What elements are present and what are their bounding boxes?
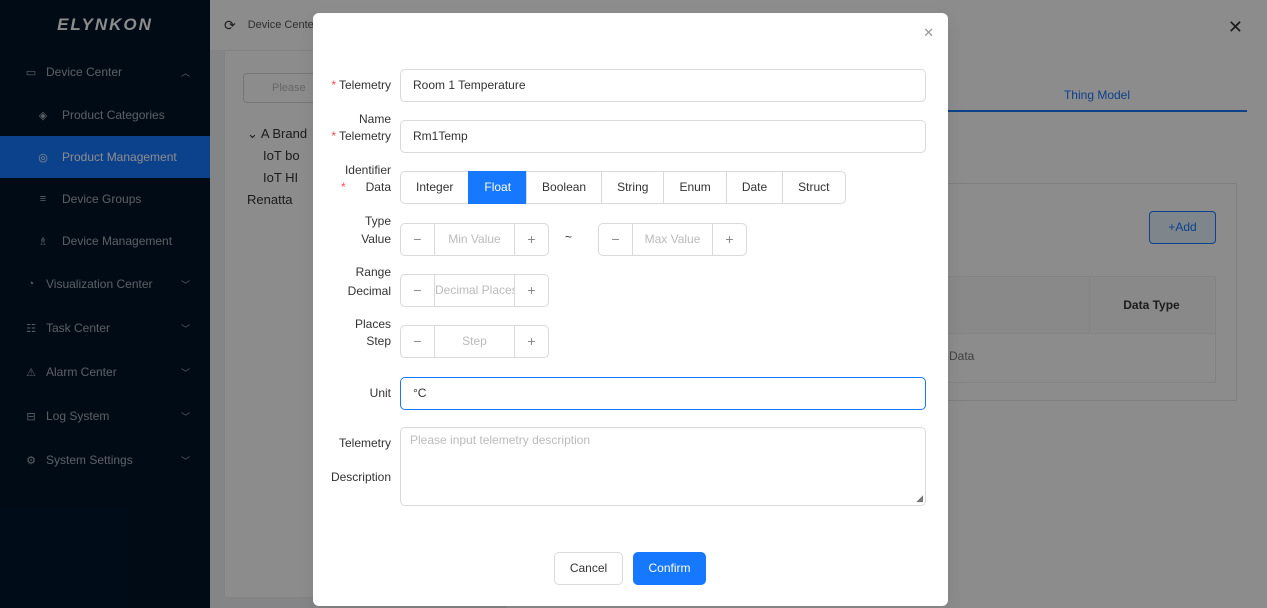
minus-icon[interactable]: − <box>401 224 435 255</box>
minus-icon[interactable]: − <box>401 275 435 306</box>
resize-handle-icon[interactable]: ◢ <box>916 493 923 504</box>
minus-icon[interactable]: − <box>599 224 633 255</box>
telemetry-name-label: * Telemetry <box>331 78 391 92</box>
data-type-enum[interactable]: Enum <box>663 171 727 204</box>
step-label: Step <box>366 334 391 348</box>
unit-label: Unit <box>369 386 391 400</box>
data-type-string[interactable]: String <box>601 171 665 204</box>
data-type-selector: Integer Float Boolean String Enum Date S… <box>400 171 846 204</box>
range-separator: ~ <box>565 230 573 244</box>
plus-icon[interactable]: + <box>514 224 548 255</box>
telemetry-identifier-label: * Telemetry <box>331 129 391 143</box>
step-stepper: − Step + <box>400 325 549 358</box>
decimal-places-label: Decimal <box>347 284 391 298</box>
step-input[interactable]: Step <box>435 326 514 357</box>
max-value-stepper: − Max Value + <box>598 223 747 256</box>
confirm-button[interactable]: Confirm <box>633 552 706 585</box>
max-value-input[interactable]: Max Value <box>633 224 712 255</box>
description-textarea[interactable]: Please input telemetry description ◢ <box>400 427 926 506</box>
value-range-label: Value <box>361 232 391 246</box>
data-type-float[interactable]: Float <box>468 171 528 204</box>
unit-input[interactable]: °C <box>400 377 926 410</box>
add-telemetry-modal: ✕ * Telemetry Name Room 1 Temperature * Te… <box>313 13 948 606</box>
min-value-stepper: − Min Value + <box>400 223 549 256</box>
data-type-date[interactable]: Date <box>725 171 784 204</box>
data-type-label: * Data <box>340 180 391 194</box>
data-type-boolean[interactable]: Boolean <box>526 171 603 204</box>
telemetry-name-input[interactable]: Room 1 Temperature <box>400 69 926 102</box>
data-type-integer[interactable]: Integer <box>400 171 470 204</box>
data-type-struct[interactable]: Struct <box>782 171 846 204</box>
plus-icon[interactable]: + <box>514 275 548 306</box>
cancel-button[interactable]: Cancel <box>554 552 623 585</box>
description-placeholder: Please input telemetry description <box>410 433 591 447</box>
plus-icon[interactable]: + <box>514 326 548 357</box>
min-value-input[interactable]: Min Value <box>435 224 514 255</box>
plus-icon[interactable]: + <box>712 224 746 255</box>
telemetry-identifier-input[interactable]: Rm1Temp <box>400 120 926 153</box>
minus-icon[interactable]: − <box>401 326 435 357</box>
close-icon[interactable]: ✕ <box>923 25 934 41</box>
description-label: Telemetry <box>338 436 391 450</box>
decimal-places-input[interactable]: Decimal Places <box>435 275 514 306</box>
decimal-places-stepper: − Decimal Places + <box>400 274 549 307</box>
